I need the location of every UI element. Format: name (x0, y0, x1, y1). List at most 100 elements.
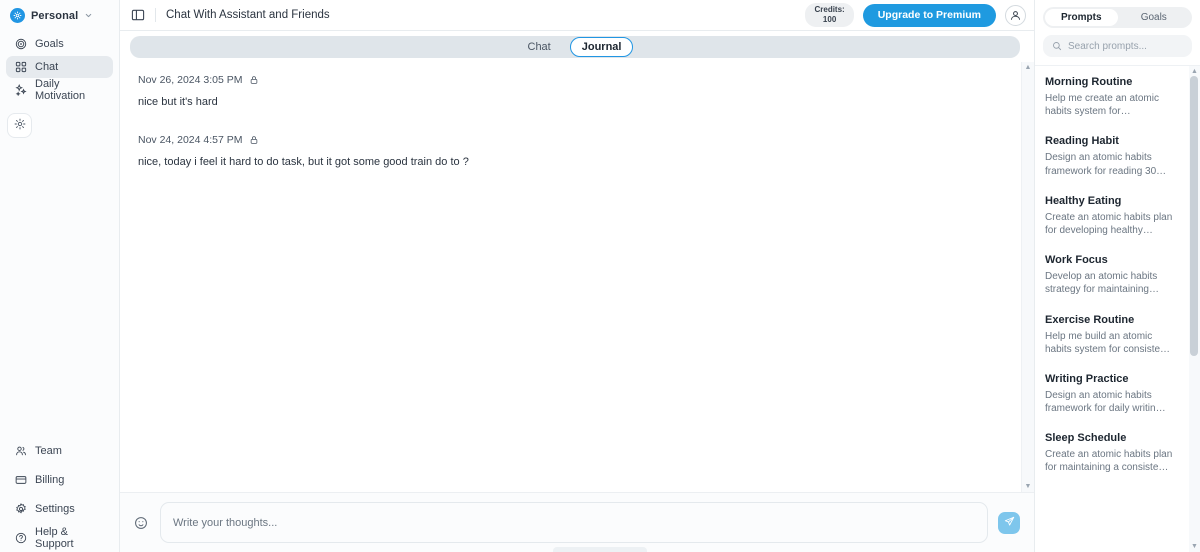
search-icon (1052, 41, 1062, 51)
journal-entry-date: Nov 26, 2024 3:05 PM (138, 74, 243, 86)
journal-entries-list: Nov 26, 2024 3:05 PM nice but it's hard … (120, 62, 1021, 492)
prompt-description: Design an atomic habits framework for re… (1045, 152, 1167, 177)
prompt-item[interactable]: Sleep Schedule Create an atomic habits p… (1045, 432, 1179, 474)
tabs-container: Chat Journal (120, 31, 1034, 62)
prompts-list: Morning Routine Help me create an atomic… (1035, 66, 1189, 552)
segment-goals[interactable]: Goals (1118, 9, 1191, 26)
chevron-down-icon[interactable] (84, 11, 93, 20)
right-panel: Prompts Goals Morning Routine Help me cr… (1034, 0, 1200, 552)
sidebar-item-daily-motivation[interactable]: Daily Motivation (6, 78, 113, 102)
sidebar-item-team[interactable]: Team (6, 441, 113, 461)
smiley-icon[interactable] (132, 514, 150, 532)
journal-entry[interactable]: Nov 24, 2024 4:57 PM nice, today i feel … (138, 134, 1003, 170)
journal-entry-meta: Nov 26, 2024 3:05 PM (138, 74, 1003, 86)
credits-value: 100 (822, 15, 837, 24)
tab-chat[interactable]: Chat (517, 38, 562, 56)
prompt-description: Help me create an atomic habits system f… (1045, 93, 1159, 118)
top-bar: Chat With Assistant and Friends Credits:… (120, 0, 1034, 31)
prompt-title: Reading Habit (1045, 135, 1119, 148)
top-bar-actions: Credits: 100 Upgrade to Premium (805, 3, 1026, 27)
prompt-description: Create an atomic habits plan for maintai… (1045, 449, 1173, 474)
sidebar-nav: Goals Chat Daily Motivation (0, 29, 119, 102)
sidebar-item-label: Goals (35, 38, 64, 50)
prompt-description: Create an atomic habits plan for develop… (1045, 211, 1173, 236)
prompt-description: Design an atomic habits framework for da… (1045, 389, 1166, 415)
composer (120, 492, 1034, 552)
sun-icon (14, 117, 26, 135)
sidebar-bottom-nav: Team Billing Settings Help & Support (0, 441, 119, 550)
sidebar-item-label: Chat (35, 61, 59, 73)
prompt-title: Work Focus (1045, 254, 1108, 267)
prompt-title: Sleep Schedule (1045, 432, 1127, 445)
segment-prompts[interactable]: Prompts (1045, 9, 1118, 26)
scroll-down-arrow-icon[interactable]: ▼ (1191, 543, 1198, 550)
scroll-down-arrow-icon[interactable]: ▼ (1025, 483, 1032, 490)
segmented-control: Prompts Goals (1043, 7, 1192, 28)
sidebar-item-billing[interactable]: Billing (6, 470, 113, 490)
credit-card-icon (14, 474, 27, 487)
journal-entry[interactable]: Nov 26, 2024 3:05 PM nice but it's hard (138, 74, 1003, 110)
sidebar-item-goals[interactable]: Goals (6, 33, 113, 55)
journal-scrollbar[interactable]: ▲ ▼ (1021, 62, 1034, 492)
prompt-title: Morning Routine (1045, 76, 1133, 88)
sidebar-item-chat[interactable]: Chat (6, 56, 113, 78)
sidebar-item-label: Settings (35, 503, 75, 515)
search-prompts-input[interactable] (1068, 40, 1183, 52)
prompt-item[interactable]: Healthy Eating Create an atomic habits p… (1045, 195, 1179, 237)
prompt-item[interactable]: Exercise Routine Help me build an atomic… (1045, 314, 1179, 356)
upgrade-to-premium-button[interactable]: Upgrade to Premium (862, 3, 996, 27)
prompts-scrollbar[interactable]: ▲ ▼ (1189, 66, 1200, 552)
sidebar-item-label: Team (35, 445, 62, 457)
prompt-title: Healthy Eating (1045, 194, 1122, 207)
send-button[interactable] (998, 511, 1020, 534)
search-container (1035, 35, 1200, 65)
grid-icon (14, 61, 27, 74)
user-avatar-icon[interactable] (1005, 4, 1026, 26)
gear-icon (14, 503, 27, 516)
journal-message-input[interactable] (160, 502, 988, 543)
users-icon (14, 445, 27, 458)
credits-badge: Credits: 100 (805, 3, 854, 27)
tab-journal[interactable]: Journal (569, 37, 634, 57)
sidebar-item-help-support[interactable]: Help & Support (6, 526, 113, 550)
prompt-title: Exercise Routine (1045, 313, 1135, 326)
journal-entry-meta: Nov 24, 2024 4:57 PM (138, 134, 1003, 146)
scrollbar-thumb[interactable] (1190, 76, 1198, 356)
sidebar-panel-icon[interactable] (128, 5, 148, 25)
workspace-logo-icon (10, 8, 25, 23)
app-root: Personal Goals Chat Daily Motivation Tea… (0, 0, 1200, 552)
workspace-name: Personal (31, 9, 79, 22)
journal-entry-text: nice but it's hard (138, 96, 218, 108)
prompts-area: Morning Routine Help me create an atomic… (1035, 65, 1200, 552)
sidebar-item-label: Help & Support (35, 526, 74, 550)
journal-entry-date: Nov 24, 2024 4:57 PM (138, 134, 243, 147)
theme-toggle-button[interactable] (7, 113, 32, 138)
bottom-handle (553, 547, 647, 552)
sidebar-item-settings[interactable]: Settings (6, 499, 113, 519)
workspace-switcher[interactable]: Personal (0, 0, 119, 29)
right-panel-segmented-container: Prompts Goals (1035, 0, 1200, 35)
tabstrip: Chat Journal (130, 36, 1020, 58)
sidebar: Personal Goals Chat Daily Motivation Tea… (0, 0, 120, 552)
sparkle-icon (14, 84, 27, 97)
prompt-description: Develop an atomic habits strategy for ma… (1045, 271, 1159, 296)
journal-area: Nov 26, 2024 3:05 PM nice but it's hard … (120, 62, 1034, 492)
search-box[interactable] (1043, 35, 1192, 57)
toolbar-divider (155, 8, 156, 22)
question-circle-icon (14, 532, 27, 545)
sidebar-item-label: Daily Motivation (35, 78, 86, 102)
main-content: Chat With Assistant and Friends Credits:… (120, 0, 1034, 552)
scroll-up-arrow-icon[interactable]: ▲ (1025, 64, 1032, 71)
lock-icon (249, 75, 259, 85)
lock-icon (249, 135, 259, 145)
prompt-item[interactable]: Work Focus Develop an atomic habits stra… (1045, 254, 1179, 296)
prompt-item[interactable]: Morning Routine Help me create an atomic… (1045, 76, 1179, 118)
prompt-description: Help me build an atomic habits system fo… (1045, 330, 1171, 355)
journal-entry-text: nice, today i feel it hard to do task, b… (138, 156, 469, 169)
page-title: Chat With Assistant and Friends (166, 9, 330, 21)
prompt-item[interactable]: Writing Practice Design an atomic habits… (1045, 373, 1179, 415)
prompt-item[interactable]: Reading Habit Design an atomic habits fr… (1045, 135, 1179, 177)
scroll-up-arrow-icon[interactable]: ▲ (1191, 68, 1198, 75)
target-icon (14, 38, 27, 51)
send-paper-plane-icon (1004, 515, 1015, 530)
